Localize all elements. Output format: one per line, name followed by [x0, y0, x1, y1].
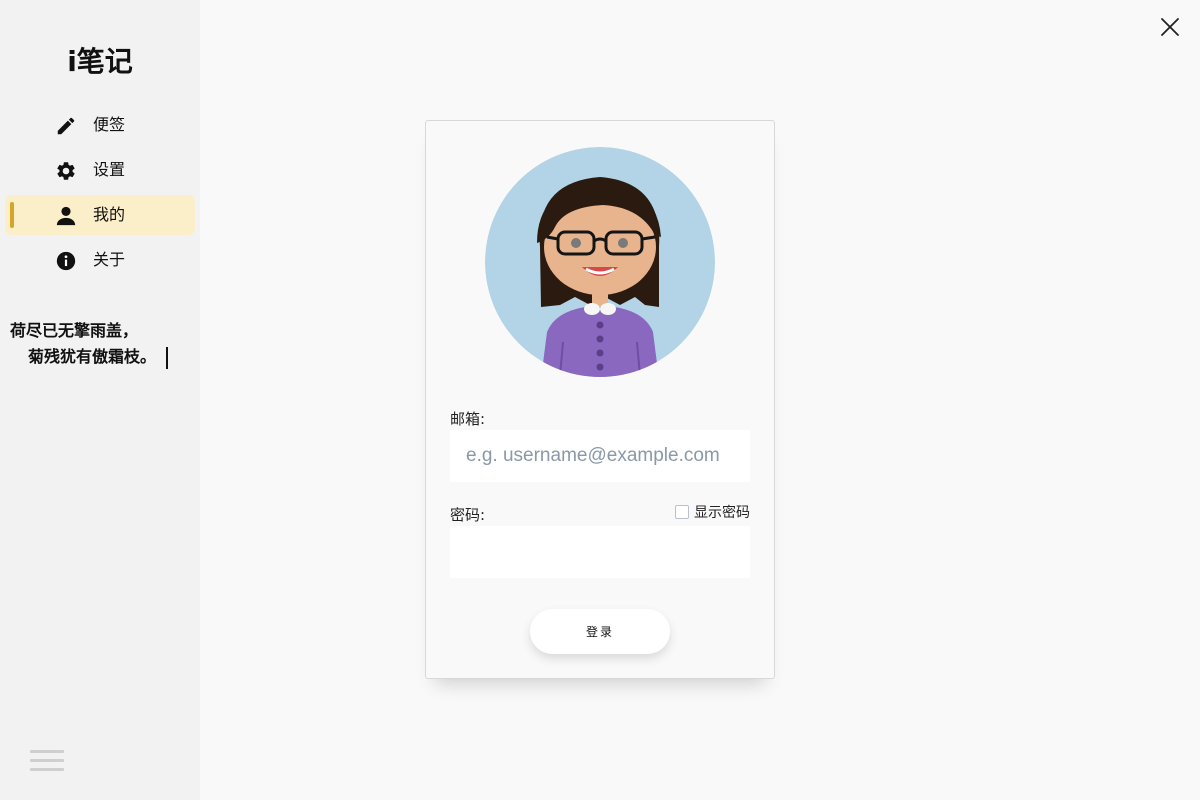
email-field[interactable]: [450, 430, 750, 482]
poem-line-2: 菊残犹有傲霜枝。: [28, 347, 157, 366]
gear-icon: [55, 160, 77, 182]
login-card: 邮箱: 密码: 显示密码 登录: [425, 120, 775, 679]
password-field[interactable]: [450, 526, 750, 578]
show-password-toggle[interactable]: 显示密码: [675, 502, 750, 522]
password-label: 密码:: [450, 506, 486, 524]
poem-line-1: 荷尽已无擎雨盖，: [10, 321, 139, 340]
hamburger-menu-icon[interactable]: [30, 750, 64, 774]
sidebar-item-label: 便签: [93, 115, 126, 134]
close-icon: [1161, 18, 1179, 36]
show-password-label: 显示密码: [694, 505, 750, 521]
show-password-checkbox[interactable]: [675, 505, 689, 519]
sidebar-item-label: 关于: [93, 250, 126, 269]
sidebar-item-notes[interactable]: 便签: [5, 105, 195, 145]
pencil-icon: [55, 115, 77, 137]
sidebar-nav: 便签 设置 我的 关于: [5, 105, 195, 285]
info-icon: [55, 250, 77, 272]
sidebar-item-about[interactable]: 关于: [5, 240, 195, 280]
sidebar-item-mine[interactable]: 我的: [5, 195, 195, 235]
avatar: [485, 147, 715, 377]
close-button[interactable]: [1158, 15, 1182, 39]
sidebar-item-label: 设置: [93, 160, 126, 179]
text-caret: [166, 346, 169, 369]
user-icon: [55, 205, 77, 227]
app-title: i笔记: [67, 45, 133, 78]
poem-quote: 荷尽已无擎雨盖， 菊残犹有傲霜枝。: [10, 318, 195, 370]
login-button[interactable]: 登录: [530, 609, 670, 654]
sidebar-item-label: 我的: [93, 205, 126, 224]
email-label: 邮箱:: [450, 410, 486, 428]
sidebar-item-settings[interactable]: 设置: [5, 150, 195, 190]
sidebar: i笔记 便签 设置 我的 关于 荷尽已无擎雨盖， 菊残犹有傲霜枝。: [0, 0, 200, 800]
